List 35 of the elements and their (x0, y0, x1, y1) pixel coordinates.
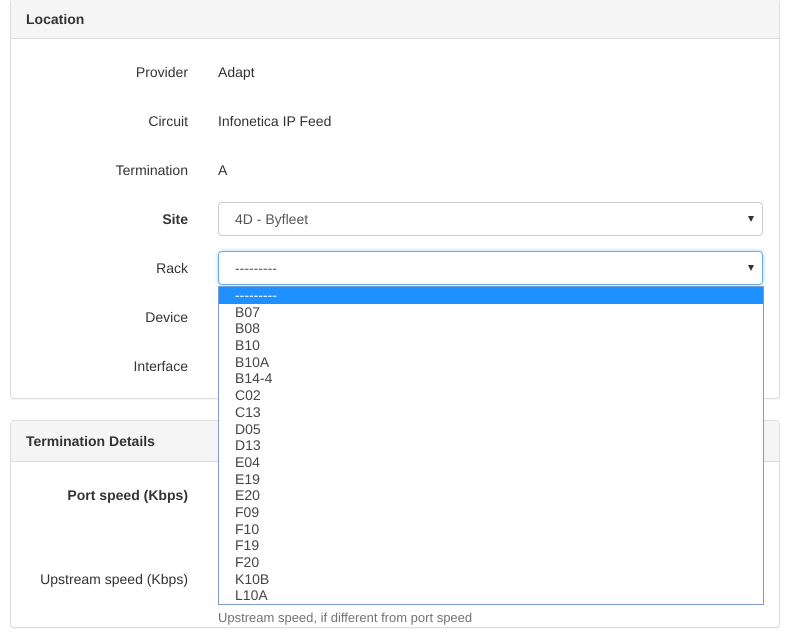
dropdown-option[interactable]: E19 (219, 470, 763, 488)
dropdown-option[interactable]: B10 (219, 337, 763, 354)
caret-icon (748, 265, 754, 271)
field-label: Site (161, 211, 188, 227)
field-label: Rack (155, 260, 188, 276)
dropdown-option[interactable]: C13 (219, 404, 763, 420)
field-label: Device (144, 309, 188, 325)
dropdown-option[interactable]: D13 (219, 437, 763, 454)
field-label: Circuit (147, 113, 188, 129)
select-field[interactable]: --------- (218, 251, 763, 285)
field-value: Infonetica IP Feed (218, 113, 332, 129)
field-label: Port speed (Kbps) (66, 487, 188, 503)
dropdown-option[interactable]: B07 (219, 304, 763, 320)
help-text: Upstream speed, if different from port speed (218, 610, 472, 625)
dropdown-option[interactable]: K10B (219, 570, 763, 588)
field-value: A (218, 162, 228, 178)
dropdown-option[interactable]: D05 (219, 420, 763, 438)
dropdown-option[interactable]: L10A (219, 587, 763, 604)
dropdown-option[interactable]: E20 (219, 487, 763, 504)
caret-icon (748, 216, 754, 222)
dropdown-option[interactable]: F19 (219, 537, 763, 554)
dropdown-option[interactable]: F10 (219, 520, 763, 538)
field-label: Provider (134, 64, 188, 80)
dropdown-option[interactable]: B10A (219, 354, 763, 370)
dropdown-option[interactable]: F20 (219, 554, 763, 571)
panel-title: Location (11, 0, 779, 39)
select-field[interactable]: 4D - Byfleet (218, 202, 763, 236)
dropdown-option[interactable]: B08 (219, 320, 763, 338)
field-value: Adapt (218, 64, 255, 80)
dropdown-option[interactable]: F09 (219, 504, 763, 521)
field-label: Termination (114, 162, 188, 178)
dropdown-option[interactable]: B14-4 (219, 370, 763, 388)
field-label: Upstream speed (Kbps) (39, 571, 188, 587)
dropdown-option[interactable]: C02 (219, 387, 763, 404)
field-label: Interface (132, 358, 188, 374)
